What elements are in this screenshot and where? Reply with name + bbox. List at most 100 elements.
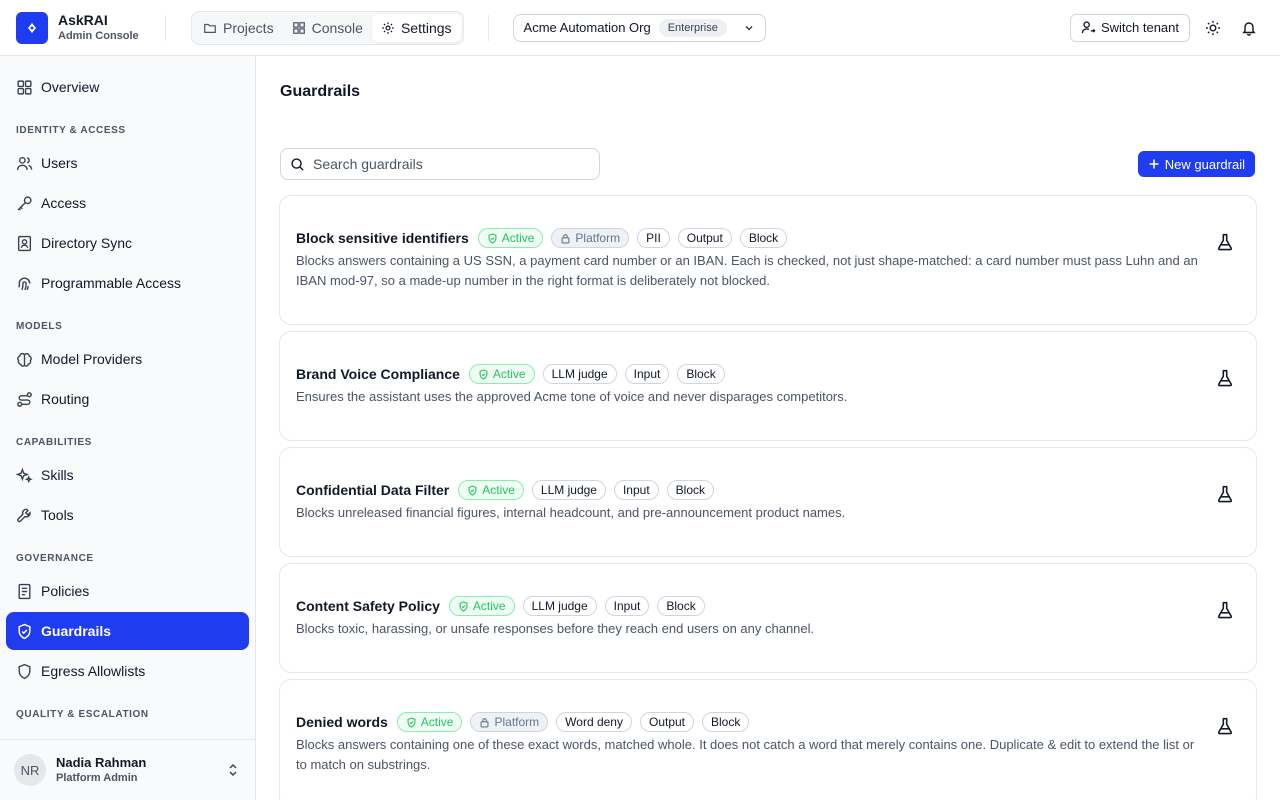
key-icon — [17, 195, 32, 211]
sidebar-item-access[interactable]: Access — [6, 184, 249, 222]
sidebar-item-label: Programmable Access — [41, 275, 182, 291]
status-badge: Active — [396, 712, 463, 732]
divider — [487, 14, 489, 41]
tab-console[interactable]: Console — [283, 14, 372, 42]
action-tag: Block — [702, 712, 750, 732]
brain-icon — [17, 352, 32, 367]
sidebar-item-guardrails[interactable]: Guardrails — [6, 612, 249, 650]
status-label: Active — [501, 231, 535, 245]
guardrail-card[interactable]: Block sensitive identifiers Active Platf… — [279, 195, 1257, 325]
sidebar-item-label: Directory Sync — [41, 235, 133, 251]
user-name: Nadia Rahman — [56, 755, 147, 770]
bell-icon — [1242, 21, 1256, 36]
shield-icon — [18, 663, 31, 679]
user-menu[interactable]: NR Nadia Rahman Platform Admin — [0, 739, 255, 800]
tab-projects[interactable]: Projects — [194, 14, 283, 42]
page-title: Guardrails — [280, 83, 361, 100]
users-icon — [16, 156, 33, 170]
type-tag: LLM judge — [522, 596, 597, 616]
guardrail-description: Blocks toxic, harassing, or unsafe respo… — [296, 621, 815, 636]
tab-label: Projects — [223, 19, 274, 36]
contact-card-icon — [17, 235, 32, 251]
section-quality-escalation: QUALITY & ESCALATION — [16, 709, 149, 720]
section-governance: GOVERNANCE — [16, 553, 94, 564]
direction-tag: Input — [613, 480, 659, 500]
sidebar-item-overview[interactable]: Overview — [6, 68, 249, 106]
sidebar-item-routing[interactable]: Routing — [6, 380, 249, 418]
shield-check-icon — [459, 600, 468, 612]
status-label: Active — [472, 599, 506, 613]
fingerprint-icon — [18, 277, 31, 290]
brand-subtitle: Admin Console — [58, 29, 139, 42]
user-switch-icon — [1081, 21, 1096, 34]
status-badge: Active — [477, 228, 544, 248]
guardrail-title: Block sensitive identifiers — [296, 230, 469, 246]
document-icon — [18, 583, 31, 599]
sidebar-item-label: Users — [41, 155, 78, 171]
divider — [165, 14, 166, 41]
shield-check-icon — [479, 368, 488, 380]
section-models: MODELS — [16, 321, 63, 332]
guardrail-title: Confidential Data Filter — [296, 482, 450, 498]
notifications-button[interactable] — [1238, 17, 1260, 39]
guardrail-description: Blocks answers containing one of these e… — [296, 737, 1195, 772]
sidebar-item-egress-allowlists[interactable]: Egress Allowlists — [6, 652, 249, 690]
flask-icon[interactable] — [1216, 717, 1234, 735]
tab-label: Settings — [400, 19, 452, 36]
guardrail-card[interactable]: Confidential Data Filter Active LLM judg… — [279, 447, 1257, 557]
flask-icon[interactable] — [1216, 369, 1234, 387]
guardrail-card[interactable]: Content Safety Policy Active LLM judge I… — [279, 563, 1257, 673]
guardrail-card[interactable]: Denied words Active Platform Word deny O… — [279, 679, 1257, 800]
brand[interactable]: AskRAI Admin Console — [0, 11, 165, 44]
section-capabilities: CAPABILITIES — [16, 437, 92, 448]
chevron-down-icon — [745, 25, 753, 31]
user-role: Platform Admin — [56, 772, 138, 784]
direction-tag: Output — [639, 712, 695, 732]
flask-icon[interactable] — [1216, 601, 1234, 619]
platform-label: Platform — [575, 231, 621, 245]
sidebar-item-policies[interactable]: Policies — [6, 572, 249, 610]
shield-check-icon — [18, 623, 31, 639]
status-label: Active — [482, 483, 515, 497]
sidebar-item-model-providers[interactable]: Model Providers — [6, 340, 249, 378]
search-box[interactable] — [280, 148, 600, 180]
sidebar-item-label: Egress Allowlists — [41, 663, 146, 679]
theme-toggle-button[interactable] — [1202, 17, 1224, 39]
guardrail-description: Blocks unreleased financial figures, int… — [296, 505, 846, 520]
sidebar-item-programmable-access[interactable]: Programmable Access — [6, 264, 249, 302]
flask-icon[interactable] — [1216, 233, 1234, 251]
sidebar-item-tools[interactable]: Tools — [6, 496, 249, 534]
action-tag: Block — [666, 480, 715, 500]
sidebar-item-users[interactable]: Users — [6, 144, 249, 182]
platform-label: Platform — [494, 715, 540, 729]
type-tag: Word deny — [556, 712, 632, 732]
tab-settings[interactable]: Settings — [371, 13, 461, 42]
sidebar-item-skills[interactable]: Skills — [6, 456, 249, 494]
sidebar-item-directory-sync[interactable]: Directory Sync — [6, 224, 249, 262]
switch-tenant-button[interactable]: Switch tenant — [1069, 13, 1190, 42]
platform-badge: Platform — [551, 228, 630, 248]
shield-check-icon — [407, 716, 416, 728]
dashboard-icon — [17, 79, 32, 95]
wrench-icon — [17, 508, 31, 522]
lock-icon — [480, 717, 489, 728]
guardrail-card[interactable]: Brand Voice Compliance Active LLM judge … — [279, 331, 1257, 441]
grid-icon — [292, 21, 305, 34]
type-tag: LLM judge — [542, 364, 617, 384]
status-badge: Active — [458, 480, 524, 500]
action-tag: Block — [739, 228, 788, 248]
sidebar-item-label: Access — [41, 195, 87, 211]
search-input[interactable] — [313, 156, 583, 172]
sparkles-icon — [16, 467, 33, 483]
flask-icon[interactable] — [1216, 485, 1234, 503]
org-selector[interactable]: Acme Automation Org Enterprise — [512, 13, 766, 42]
sidebar: Overview IDENTITY & ACCESS Users Access … — [0, 56, 256, 800]
guardrail-title: Brand Voice Compliance — [296, 366, 460, 382]
chevron-up-down-icon — [229, 764, 237, 776]
sidebar-item-label: Overview — [41, 79, 100, 95]
direction-tag: Input — [604, 596, 650, 616]
new-guardrail-label: New guardrail — [1164, 156, 1245, 172]
sidebar-item-label: Routing — [41, 391, 90, 407]
new-guardrail-button[interactable]: New guardrail — [1137, 151, 1255, 177]
top-nav: Projects Console Settings — [191, 10, 464, 45]
